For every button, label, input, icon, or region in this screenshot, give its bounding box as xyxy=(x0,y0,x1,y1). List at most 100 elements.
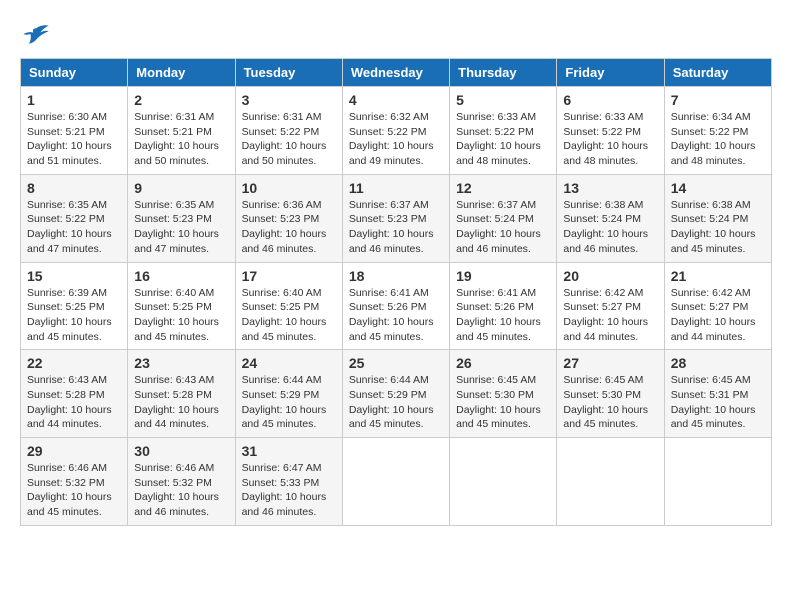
day-number: 12 xyxy=(456,180,550,196)
day-header-monday: Monday xyxy=(128,59,235,87)
calendar-cell: 15 Sunrise: 6:39 AM Sunset: 5:25 PM Dayl… xyxy=(21,262,128,350)
day-header-saturday: Saturday xyxy=(664,59,771,87)
logo-bird-icon xyxy=(22,20,50,48)
calendar-cell: 27 Sunrise: 6:45 AM Sunset: 5:30 PM Dayl… xyxy=(557,350,664,438)
calendar-cell: 17 Sunrise: 6:40 AM Sunset: 5:25 PM Dayl… xyxy=(235,262,342,350)
calendar-cell: 26 Sunrise: 6:45 AM Sunset: 5:30 PM Dayl… xyxy=(450,350,557,438)
day-number: 18 xyxy=(349,268,443,284)
calendar-cell: 5 Sunrise: 6:33 AM Sunset: 5:22 PM Dayli… xyxy=(450,87,557,175)
day-number: 9 xyxy=(134,180,228,196)
day-info: Sunrise: 6:35 AM Sunset: 5:22 PM Dayligh… xyxy=(27,198,121,257)
day-info: Sunrise: 6:32 AM Sunset: 5:22 PM Dayligh… xyxy=(349,110,443,169)
day-number: 14 xyxy=(671,180,765,196)
calendar-week-1: 1 Sunrise: 6:30 AM Sunset: 5:21 PM Dayli… xyxy=(21,87,772,175)
calendar-cell: 23 Sunrise: 6:43 AM Sunset: 5:28 PM Dayl… xyxy=(128,350,235,438)
day-number: 31 xyxy=(242,443,336,459)
day-number: 28 xyxy=(671,355,765,371)
calendar-cell: 18 Sunrise: 6:41 AM Sunset: 5:26 PM Dayl… xyxy=(342,262,449,350)
day-number: 30 xyxy=(134,443,228,459)
day-number: 22 xyxy=(27,355,121,371)
day-info: Sunrise: 6:47 AM Sunset: 5:33 PM Dayligh… xyxy=(242,461,336,520)
day-number: 11 xyxy=(349,180,443,196)
day-info: Sunrise: 6:42 AM Sunset: 5:27 PM Dayligh… xyxy=(563,286,657,345)
day-number: 24 xyxy=(242,355,336,371)
day-info: Sunrise: 6:30 AM Sunset: 5:21 PM Dayligh… xyxy=(27,110,121,169)
day-number: 27 xyxy=(563,355,657,371)
calendar-cell xyxy=(342,438,449,526)
calendar-body: 1 Sunrise: 6:30 AM Sunset: 5:21 PM Dayli… xyxy=(21,87,772,526)
day-info: Sunrise: 6:42 AM Sunset: 5:27 PM Dayligh… xyxy=(671,286,765,345)
day-info: Sunrise: 6:38 AM Sunset: 5:24 PM Dayligh… xyxy=(563,198,657,257)
day-number: 25 xyxy=(349,355,443,371)
day-info: Sunrise: 6:40 AM Sunset: 5:25 PM Dayligh… xyxy=(242,286,336,345)
day-number: 21 xyxy=(671,268,765,284)
day-info: Sunrise: 6:33 AM Sunset: 5:22 PM Dayligh… xyxy=(563,110,657,169)
calendar-cell: 10 Sunrise: 6:36 AM Sunset: 5:23 PM Dayl… xyxy=(235,174,342,262)
calendar-cell: 29 Sunrise: 6:46 AM Sunset: 5:32 PM Dayl… xyxy=(21,438,128,526)
calendar-cell: 4 Sunrise: 6:32 AM Sunset: 5:22 PM Dayli… xyxy=(342,87,449,175)
day-header-tuesday: Tuesday xyxy=(235,59,342,87)
calendar-cell: 30 Sunrise: 6:46 AM Sunset: 5:32 PM Dayl… xyxy=(128,438,235,526)
calendar-week-5: 29 Sunrise: 6:46 AM Sunset: 5:32 PM Dayl… xyxy=(21,438,772,526)
calendar-cell: 24 Sunrise: 6:44 AM Sunset: 5:29 PM Dayl… xyxy=(235,350,342,438)
day-info: Sunrise: 6:44 AM Sunset: 5:29 PM Dayligh… xyxy=(349,373,443,432)
header xyxy=(20,20,772,48)
calendar-cell: 2 Sunrise: 6:31 AM Sunset: 5:21 PM Dayli… xyxy=(128,87,235,175)
day-info: Sunrise: 6:31 AM Sunset: 5:22 PM Dayligh… xyxy=(242,110,336,169)
day-number: 23 xyxy=(134,355,228,371)
day-info: Sunrise: 6:41 AM Sunset: 5:26 PM Dayligh… xyxy=(349,286,443,345)
day-info: Sunrise: 6:44 AM Sunset: 5:29 PM Dayligh… xyxy=(242,373,336,432)
day-info: Sunrise: 6:36 AM Sunset: 5:23 PM Dayligh… xyxy=(242,198,336,257)
calendar-cell: 16 Sunrise: 6:40 AM Sunset: 5:25 PM Dayl… xyxy=(128,262,235,350)
calendar-cell: 28 Sunrise: 6:45 AM Sunset: 5:31 PM Dayl… xyxy=(664,350,771,438)
day-number: 26 xyxy=(456,355,550,371)
day-number: 3 xyxy=(242,92,336,108)
day-number: 10 xyxy=(242,180,336,196)
calendar-cell: 6 Sunrise: 6:33 AM Sunset: 5:22 PM Dayli… xyxy=(557,87,664,175)
day-number: 1 xyxy=(27,92,121,108)
day-info: Sunrise: 6:45 AM Sunset: 5:30 PM Dayligh… xyxy=(563,373,657,432)
day-info: Sunrise: 6:46 AM Sunset: 5:32 PM Dayligh… xyxy=(27,461,121,520)
day-info: Sunrise: 6:45 AM Sunset: 5:31 PM Dayligh… xyxy=(671,373,765,432)
calendar-week-3: 15 Sunrise: 6:39 AM Sunset: 5:25 PM Dayl… xyxy=(21,262,772,350)
calendar-cell: 14 Sunrise: 6:38 AM Sunset: 5:24 PM Dayl… xyxy=(664,174,771,262)
calendar-cell: 31 Sunrise: 6:47 AM Sunset: 5:33 PM Dayl… xyxy=(235,438,342,526)
calendar-cell: 11 Sunrise: 6:37 AM Sunset: 5:23 PM Dayl… xyxy=(342,174,449,262)
calendar-cell xyxy=(664,438,771,526)
day-number: 2 xyxy=(134,92,228,108)
day-info: Sunrise: 6:40 AM Sunset: 5:25 PM Dayligh… xyxy=(134,286,228,345)
day-info: Sunrise: 6:37 AM Sunset: 5:24 PM Dayligh… xyxy=(456,198,550,257)
day-number: 15 xyxy=(27,268,121,284)
calendar-week-4: 22 Sunrise: 6:43 AM Sunset: 5:28 PM Dayl… xyxy=(21,350,772,438)
day-info: Sunrise: 6:41 AM Sunset: 5:26 PM Dayligh… xyxy=(456,286,550,345)
day-header-thursday: Thursday xyxy=(450,59,557,87)
day-number: 20 xyxy=(563,268,657,284)
calendar-cell: 25 Sunrise: 6:44 AM Sunset: 5:29 PM Dayl… xyxy=(342,350,449,438)
calendar-cell: 1 Sunrise: 6:30 AM Sunset: 5:21 PM Dayli… xyxy=(21,87,128,175)
day-info: Sunrise: 6:35 AM Sunset: 5:23 PM Dayligh… xyxy=(134,198,228,257)
day-number: 5 xyxy=(456,92,550,108)
calendar-cell xyxy=(450,438,557,526)
day-number: 17 xyxy=(242,268,336,284)
day-info: Sunrise: 6:46 AM Sunset: 5:32 PM Dayligh… xyxy=(134,461,228,520)
day-header-sunday: Sunday xyxy=(21,59,128,87)
day-info: Sunrise: 6:38 AM Sunset: 5:24 PM Dayligh… xyxy=(671,198,765,257)
day-header-friday: Friday xyxy=(557,59,664,87)
calendar-cell: 20 Sunrise: 6:42 AM Sunset: 5:27 PM Dayl… xyxy=(557,262,664,350)
day-number: 7 xyxy=(671,92,765,108)
logo xyxy=(20,20,50,48)
calendar-cell: 8 Sunrise: 6:35 AM Sunset: 5:22 PM Dayli… xyxy=(21,174,128,262)
day-info: Sunrise: 6:45 AM Sunset: 5:30 PM Dayligh… xyxy=(456,373,550,432)
day-number: 6 xyxy=(563,92,657,108)
day-info: Sunrise: 6:37 AM Sunset: 5:23 PM Dayligh… xyxy=(349,198,443,257)
calendar-cell: 12 Sunrise: 6:37 AM Sunset: 5:24 PM Dayl… xyxy=(450,174,557,262)
day-info: Sunrise: 6:43 AM Sunset: 5:28 PM Dayligh… xyxy=(27,373,121,432)
calendar-cell: 13 Sunrise: 6:38 AM Sunset: 5:24 PM Dayl… xyxy=(557,174,664,262)
calendar-cell: 7 Sunrise: 6:34 AM Sunset: 5:22 PM Dayli… xyxy=(664,87,771,175)
day-header-wednesday: Wednesday xyxy=(342,59,449,87)
calendar-cell xyxy=(557,438,664,526)
calendar-header-row: SundayMondayTuesdayWednesdayThursdayFrid… xyxy=(21,59,772,87)
day-number: 19 xyxy=(456,268,550,284)
day-info: Sunrise: 6:34 AM Sunset: 5:22 PM Dayligh… xyxy=(671,110,765,169)
day-info: Sunrise: 6:33 AM Sunset: 5:22 PM Dayligh… xyxy=(456,110,550,169)
